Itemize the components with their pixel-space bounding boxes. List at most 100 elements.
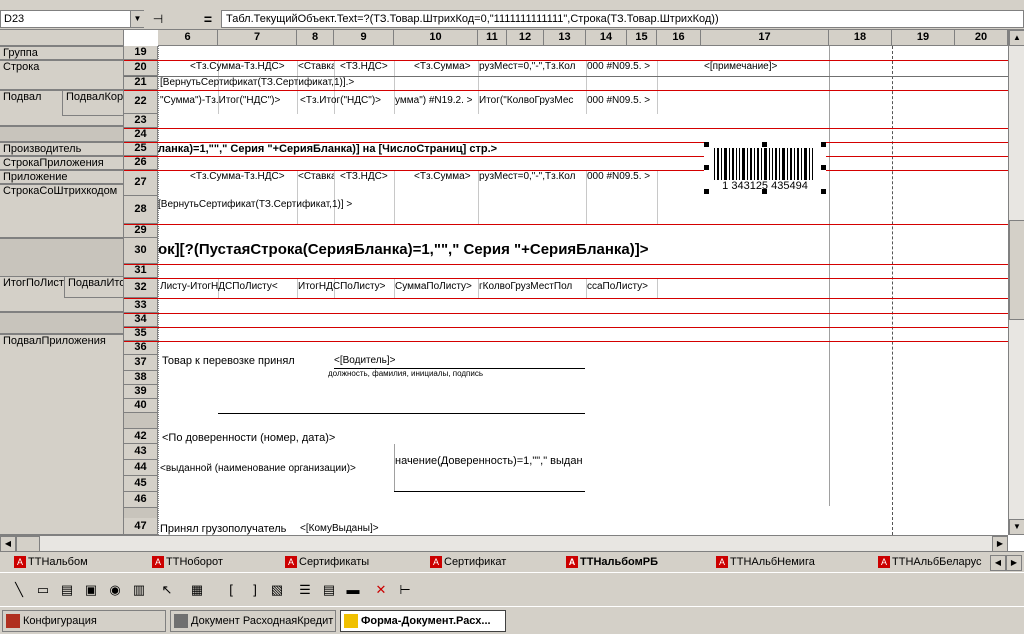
cell-r22-c6[interactable]: "Сумма")-Тз.Итог("НДС")> xyxy=(160,94,296,108)
rectangle-icon[interactable]: ▭ xyxy=(32,579,54,601)
cell-r44[interactable]: <выданной (наименование организации)> xyxy=(160,462,394,476)
column-header[interactable]: 16 xyxy=(657,30,701,46)
row-header[interactable]: 37 xyxy=(124,355,158,371)
column-header[interactable]: 19 xyxy=(892,30,955,46)
row-header[interactable]: 29 xyxy=(124,224,158,238)
section-proizvoditel[interactable]: Производитель xyxy=(0,142,124,156)
row-header[interactable]: 19 xyxy=(124,46,158,60)
cell-r32-c10[interactable]: СуммаПоЛисту> xyxy=(395,280,478,294)
cell-r22-c10[interactable]: умма") #N19.2. > xyxy=(395,94,478,108)
row-header[interactable]: 27 xyxy=(124,170,158,196)
cell-r47-label[interactable]: Принял грузополучатель xyxy=(160,522,300,535)
column-header[interactable]: 7 xyxy=(218,30,297,46)
row-header[interactable]: 25 xyxy=(124,142,158,156)
row-header[interactable]: 35 xyxy=(124,327,158,341)
cell-r27-c10[interactable]: <Тз.Сумма> xyxy=(414,170,478,184)
cell-r20-c7[interactable]: <Ставка xyxy=(298,60,334,74)
cell-r42[interactable]: <По доверенности (номер, дата)> xyxy=(162,431,392,445)
barcode-object[interactable]: 1 343125 435494 xyxy=(704,142,826,194)
cell-r32-c8[interactable]: ИтогНДСПоЛисту> xyxy=(298,280,394,294)
cell-r20-c6[interactable]: <Тз.Сумма-Тз.НДС> xyxy=(190,60,296,74)
row-header[interactable]: 23 xyxy=(124,114,158,128)
row-header[interactable]: 38 xyxy=(124,371,158,385)
sheet-tab[interactable]: A ТТНальбом xyxy=(14,554,88,571)
cell-r32-c11[interactable]: гКолвоГрузМестПол xyxy=(479,280,585,294)
align-icon[interactable]: ⊢ xyxy=(394,579,416,601)
chevron-down-icon[interactable]: ▼ xyxy=(130,11,144,27)
resize-handle[interactable] xyxy=(704,142,709,147)
column-icon[interactable]: ▤ xyxy=(318,579,340,601)
row-header[interactable]: 39 xyxy=(124,385,158,399)
row-header[interactable]: 44 xyxy=(124,460,158,476)
horizontal-scrollbar[interactable]: ◀ ▶ xyxy=(0,535,1008,552)
column-header[interactable]: 9 xyxy=(334,30,394,46)
row-header[interactable]: 28 xyxy=(124,196,158,224)
tab-scroll-left-icon[interactable]: ◀ xyxy=(990,555,1006,571)
column-header[interactable]: 18 xyxy=(829,30,892,46)
row-header[interactable]: 20 xyxy=(124,60,158,76)
scroll-left-icon[interactable]: ◀ xyxy=(0,536,16,552)
column-header[interactable]: 17 xyxy=(701,30,829,46)
row-header[interactable]: 43 xyxy=(124,444,158,460)
bracket-left-icon[interactable]: [ xyxy=(220,579,242,601)
scroll-up-icon[interactable]: ▲ xyxy=(1009,30,1024,46)
pointer-icon[interactable]: ↖ xyxy=(156,579,178,601)
cell-reference-field[interactable]: D23 xyxy=(0,10,144,28)
row-header[interactable]: 24 xyxy=(124,128,158,142)
row-header[interactable]: 32 xyxy=(124,278,158,298)
section-podval-itog[interactable]: ПодвалИтог xyxy=(64,276,124,298)
cell-r27-c11[interactable]: рузМест=0,"-",Тз.Кол xyxy=(479,170,585,184)
row-header[interactable]: 21 xyxy=(124,76,158,90)
taskbar-item-active[interactable]: Форма-Документ.Расх... xyxy=(340,610,506,632)
chart-icon[interactable]: ▥ xyxy=(128,579,150,601)
cell-r22-c8[interactable]: <Тз.Итог("НДС")> xyxy=(300,94,394,108)
line-icon[interactable]: ╲ xyxy=(8,579,30,601)
cell-r37-label[interactable]: Товар к перевозке принял xyxy=(162,354,332,368)
sheet-tab[interactable]: A Сертификаты xyxy=(285,554,369,571)
row-header[interactable]: 42 xyxy=(124,429,158,444)
cell-r43-44[interactable]: начение(Доверенность)=1,""," выдан xyxy=(395,454,585,468)
table-icon[interactable]: ▧ xyxy=(266,579,288,601)
column-header[interactable]: 8 xyxy=(297,30,334,46)
sheet-tab[interactable]: A ТТНАльбНемига xyxy=(716,554,815,571)
column-header[interactable]: 13 xyxy=(544,30,586,46)
scroll-right-icon[interactable]: ▶ xyxy=(992,536,1008,552)
scroll-thumb[interactable] xyxy=(1009,220,1024,320)
delete-icon[interactable]: ✕ xyxy=(370,579,392,601)
row-header[interactable]: 34 xyxy=(124,313,158,327)
section-podval-prilozheniya[interactable]: ПодвалПриложения xyxy=(0,334,124,535)
vertical-scrollbar[interactable]: ▲ ▼ xyxy=(1008,30,1024,535)
cell-r20-c17[interactable]: <[примечание]> xyxy=(704,60,824,74)
row-header[interactable]: 22 xyxy=(124,90,158,114)
row-header[interactable]: 26 xyxy=(124,156,158,170)
formula-input[interactable]: Табл.ТекущийОбъект.Text=?(ТЗ.Товар.Штрих… xyxy=(221,10,1024,28)
section-gruppa[interactable]: Группа xyxy=(0,46,124,60)
section-stroka-prilozheniya[interactable]: СтрокаПриложения xyxy=(0,156,124,170)
section-stroka[interactable]: Строка xyxy=(0,60,124,90)
resize-handle[interactable] xyxy=(821,142,826,147)
cell-r20-c8[interactable]: <ТЗ.НДС> xyxy=(340,60,394,74)
column-header[interactable]: 10 xyxy=(394,30,478,46)
cell-r30[interactable]: ок][?(ПустаяСтрока(СерияБланка)=1,""," С… xyxy=(158,240,828,260)
sheet-tab[interactable]: A ТТНоборот xyxy=(152,554,223,571)
scroll-thumb[interactable] xyxy=(16,536,40,552)
row-header[interactable]: 45 xyxy=(124,476,158,492)
row-header[interactable] xyxy=(124,413,158,429)
ole-icon[interactable]: ◉ xyxy=(104,579,126,601)
cell-r20-c11[interactable]: рузМест=0,"-",Тз.Кол xyxy=(479,60,585,74)
column-header[interactable]: 15 xyxy=(627,30,657,46)
layout-icon[interactable]: ☰ xyxy=(294,579,316,601)
scroll-down-icon[interactable]: ▼ xyxy=(1009,519,1024,535)
column-header[interactable]: 12 xyxy=(507,30,544,46)
spreadsheet-grid[interactable]: 6 7 8 9 10 11 12 13 14 15 16 17 18 19 20… xyxy=(0,30,1008,535)
cell-r47-consignee[interactable]: <[КомуВыданы]> xyxy=(300,522,420,535)
sheet-tab-active[interactable]: A ТТНальбомРБ xyxy=(566,554,658,571)
cell-r20-c14[interactable]: 000 #N09.5. > xyxy=(587,60,657,74)
cell-r22-c11[interactable]: Итог("КолвоГрузМес xyxy=(479,94,585,108)
section-stroka-so-shtrihkodom[interactable]: СтрокаСоШтрихкодом xyxy=(0,184,124,238)
cell-r28[interactable]: [ВернутьСертификат(ТЗ.Сертификат,1)] > xyxy=(158,198,458,212)
taskbar-item[interactable]: Конфигурация xyxy=(2,610,166,632)
cell-r20-c10[interactable]: <Тз.Сумма> xyxy=(414,60,478,74)
cell-r21[interactable]: [ВернутьСертификат(ТЗ.Сертификат,1)].> xyxy=(160,76,460,90)
row-header[interactable]: 40 xyxy=(124,399,158,413)
